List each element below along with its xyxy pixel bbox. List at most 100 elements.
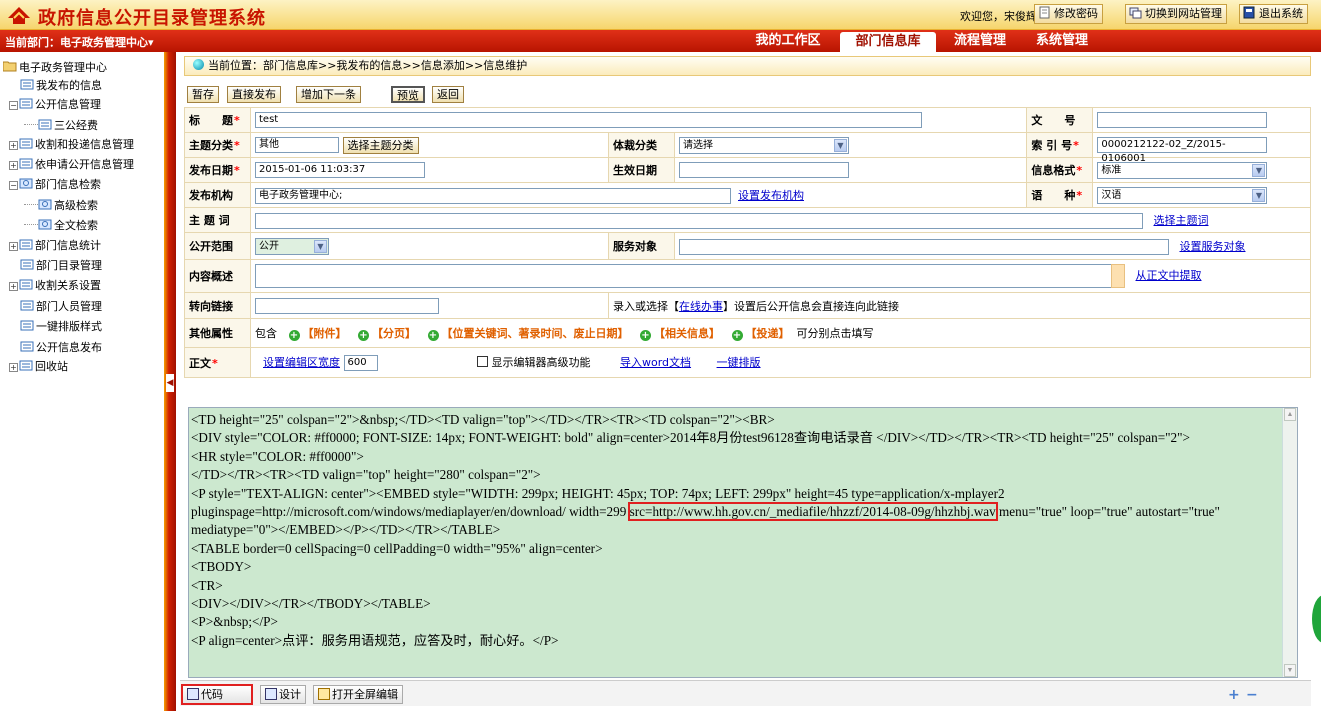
advanced-label: 显示编辑器高级功能 — [491, 356, 591, 369]
sidebar-item-label: 我发布的信息 — [36, 79, 102, 92]
related-info-link[interactable]: 【相关信息】 — [654, 327, 720, 340]
sidebar-item-harvest-delivery[interactable]: + 收割和投递信息管理 — [9, 135, 134, 155]
service-input[interactable] — [678, 238, 1169, 255]
redirect-input[interactable] — [255, 297, 439, 314]
code-line: </TD></TR><TR><TD valign="top" height="2… — [191, 467, 541, 483]
sidebar-item-recycle-bin[interactable]: + 回收站 — [9, 357, 68, 377]
editor-scrollbar[interactable]: ▲ ▼ — [1282, 408, 1297, 677]
sidebar-splitter[interactable]: ◀ — [164, 52, 176, 711]
current-dept[interactable]: 当前部门：电子政务管理中心▾ — [5, 34, 154, 50]
title-input[interactable]: test — [255, 112, 922, 128]
redirect-hint: 录入或选择【在线办事】设置后公开信息会直接连向此链接 — [607, 292, 1312, 319]
design-mode-button[interactable]: 设计 — [260, 685, 306, 704]
extract-summary-link[interactable]: 从正文中提取 — [1136, 269, 1202, 282]
scroll-up-icon[interactable]: ▲ — [1284, 408, 1296, 421]
sidebar-item-public-info[interactable]: − 公开信息管理 — [9, 95, 101, 115]
sidebar-item-one-key-style[interactable]: 一键排版样式 — [20, 317, 102, 337]
tab-process-management[interactable]: 流程管理 — [944, 30, 1016, 52]
logout-button[interactable]: 退出系统 — [1239, 4, 1308, 24]
effdate-input[interactable] — [678, 162, 849, 178]
keyword-input[interactable] — [255, 212, 1143, 229]
expand-icon[interactable]: + — [9, 141, 18, 150]
lang-label: 语 种* — [1026, 182, 1094, 208]
change-password-button[interactable]: 修改密码 — [1034, 4, 1103, 24]
highlighted-src: src=http://www.hh.gov.cn/_mediafile/hhzz… — [627, 502, 998, 522]
code-editor[interactable]: <TD height="25" colspan="2">&nbsp;</TD><… — [188, 407, 1298, 678]
format-select[interactable]: 标准 ▼ — [1097, 161, 1268, 179]
select-keyword-link[interactable]: 选择主题词 — [1154, 214, 1209, 227]
back-button[interactable]: 返回 — [432, 86, 464, 103]
expand-icon[interactable]: + — [9, 161, 18, 170]
sidebar-item-my-published[interactable]: 我发布的信息 — [20, 76, 102, 96]
import-word-link[interactable]: 导入word文档 — [620, 356, 691, 369]
switch-site-button[interactable]: 切换到网站管理 — [1125, 4, 1227, 24]
code-line: pluginspage=http://microsoft.com/windows… — [191, 502, 1220, 522]
code-mode-button[interactable]: 代码 — [181, 684, 253, 705]
summary-textarea[interactable] — [255, 264, 1125, 288]
tab-system-management[interactable]: 系统管理 — [1026, 30, 1098, 52]
sidebar-item-label: 公开信息管理 — [35, 98, 101, 111]
sidebar-item-label: 回收站 — [35, 360, 68, 373]
expand-icon[interactable]: + — [9, 363, 18, 372]
textarea-scroll[interactable] — [1111, 264, 1125, 288]
save-draft-button[interactable]: 暂存 — [187, 86, 219, 103]
genre-select[interactable]: 请选择 ▼ — [678, 136, 849, 154]
pubdate-input[interactable]: 2015-01-06 11:03:37 — [255, 162, 425, 178]
switch-icon — [1129, 7, 1142, 19]
sidebar-item-info-publish[interactable]: 公开信息发布 — [20, 338, 102, 358]
advanced-checkbox[interactable] — [477, 356, 488, 367]
collapse-sidebar-icon[interactable]: ◀ — [166, 374, 174, 392]
select-topic-button[interactable]: 选择主题分类 — [342, 136, 419, 154]
set-service-link[interactable]: 设置服务对象 — [1179, 240, 1245, 253]
org-input[interactable]: 电子政务管理中心; — [255, 187, 731, 204]
sidebar-item-fulltext-search[interactable]: 全文检索 — [24, 215, 98, 235]
one-key-format-link[interactable]: 一键排版 — [717, 356, 761, 369]
chevron-down-icon: ▼ — [314, 239, 327, 253]
list-icon — [20, 320, 34, 331]
floating-widget[interactable] — [1312, 595, 1321, 643]
paging-link[interactable]: 【分页】 — [372, 327, 416, 340]
sidebar-item-on-request[interactable]: + 依申请公开信息管理 — [9, 155, 134, 175]
folder-open-icon — [3, 61, 17, 72]
online-service-link[interactable]: 在线办事 — [679, 300, 723, 313]
location-keywords-link[interactable]: 【位置关键词、著录时间、废止日期】 — [442, 327, 629, 340]
set-org-link[interactable]: 设置发布机构 — [738, 189, 804, 202]
sidebar-item-dept-staff[interactable]: 部门人员管理 — [20, 297, 102, 317]
code-line: <TABLE border=0 cellSpacing=0 cellPaddin… — [191, 540, 603, 556]
expand-icon[interactable]: + — [9, 242, 18, 251]
topic-input[interactable]: 其他 — [255, 137, 339, 153]
sidebar-item-label: 公开信息发布 — [36, 341, 102, 354]
editor-width-input[interactable]: 600 — [343, 355, 378, 371]
sidebar-item-dept-catalog[interactable]: 部门目录管理 — [20, 256, 102, 276]
sidebar-item-root[interactable]: 电子政务管理中心 — [3, 58, 107, 78]
index-input[interactable]: 0000212122-02_Z/2015-0106001 — [1097, 137, 1268, 164]
change-password-label: 修改密码 — [1054, 7, 1098, 20]
collapse-icon[interactable]: − — [9, 101, 18, 110]
add-next-button[interactable]: 增加下一条 — [296, 86, 361, 103]
lang-select[interactable]: 汉语 ▼ — [1097, 186, 1268, 204]
sidebar-item-dept-stats[interactable]: + 部门信息统计 — [9, 236, 101, 256]
logout-icon — [1243, 6, 1255, 19]
collapse-icon[interactable]: − — [9, 181, 18, 190]
expand-icon[interactable]: + — [9, 282, 18, 291]
enlarge-editor-icon[interactable]: + — [1228, 687, 1240, 703]
sidebar-item-dept-search[interactable]: − 部门信息检索 — [9, 175, 101, 195]
docno-input[interactable] — [1097, 112, 1268, 128]
tab-dept-info-library[interactable]: 部门信息库 — [840, 32, 936, 52]
sidebar-item-three-public-funds[interactable]: 三公经费 — [24, 115, 98, 135]
set-editor-width-link[interactable]: 设置编辑区宽度 — [263, 356, 340, 369]
sidebar-item-harvest-relation[interactable]: + 收割关系设置 — [9, 276, 101, 296]
sidebar-item-advanced-search[interactable]: 高级检索 — [24, 195, 98, 215]
tab-my-workspace[interactable]: 我的工作区 — [748, 30, 828, 52]
delivery-link[interactable]: 【投递】 — [746, 327, 790, 340]
publish-button[interactable]: 直接发布 — [227, 86, 281, 103]
design-icon — [265, 688, 277, 700]
scroll-down-icon[interactable]: ▼ — [1284, 664, 1296, 677]
code-line: <P align=center>点评：服务用语规范，应答及时，耐心好。</P> — [191, 632, 559, 648]
scope-select[interactable]: 公开 ▼ — [255, 237, 329, 255]
fullscreen-button[interactable]: 打开全屏编辑 — [313, 685, 403, 704]
shrink-editor-icon[interactable]: − — [1246, 687, 1258, 703]
attachment-link[interactable]: 【附件】 — [303, 327, 347, 340]
index-label: 索 引 号* — [1026, 132, 1094, 158]
preview-button[interactable]: 预览 — [391, 86, 425, 103]
